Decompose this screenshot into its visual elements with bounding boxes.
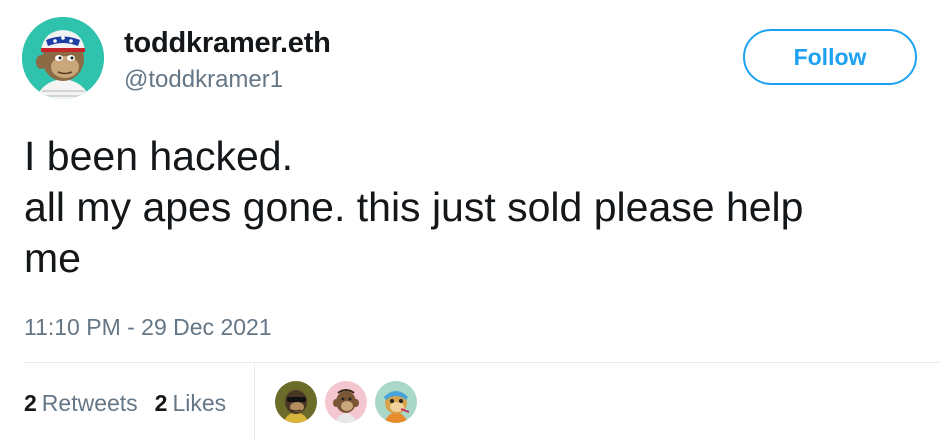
tweet-timestamp[interactable]: 11:10 PM - 29 Dec 2021 <box>24 314 272 340</box>
bored-ape-avatar-icon[interactable] <box>22 17 104 99</box>
likes-stat[interactable]: 2 Likes <box>155 390 244 416</box>
likes-count: 2 <box>154 390 168 416</box>
user-display-name[interactable]: toddkramer.eth <box>124 26 331 60</box>
stats-divider <box>24 362 940 363</box>
follow-button[interactable]: Follow <box>743 29 917 85</box>
retweets-label: Retweets <box>41 390 138 416</box>
liker-avatars <box>275 381 425 423</box>
user-handle[interactable]: @toddkramer1 <box>124 66 283 94</box>
retweets-count: 2 <box>24 390 37 416</box>
likes-label: Likes <box>172 390 227 416</box>
retweets-stat[interactable]: 2 Retweets <box>24 390 155 416</box>
ape-avatar-olive-icon[interactable] <box>275 381 317 423</box>
stats-vertical-divider <box>254 362 255 441</box>
tweet-card: toddkramer.eth @toddkramer1 Follow I bee… <box>0 0 940 441</box>
tweet-stats: 2 Retweets 2 Likes <box>24 390 243 416</box>
ape-avatar-pink-icon[interactable] <box>325 381 367 423</box>
ape-avatar-teal-icon[interactable] <box>375 381 417 423</box>
tweet-text: I been hacked. all my apes gone. this ju… <box>24 133 804 281</box>
